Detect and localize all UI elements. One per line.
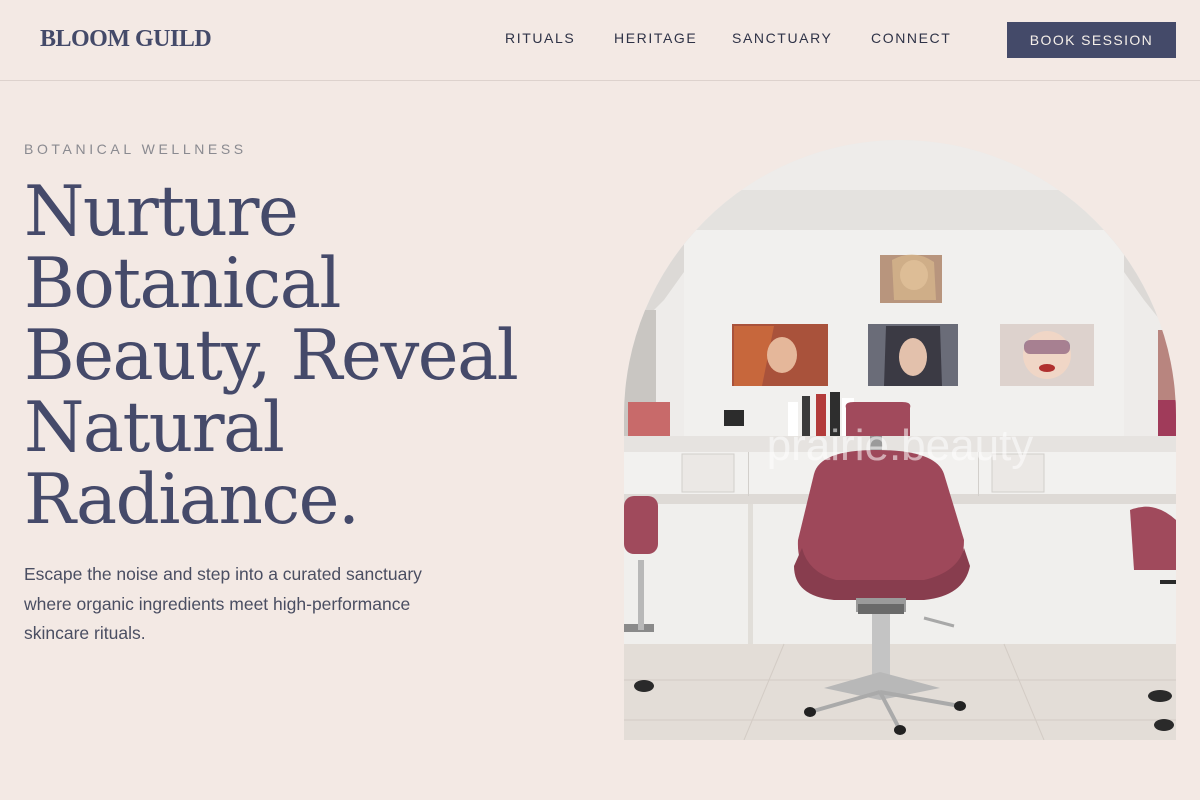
hero-eyebrow: BOTANICAL WELLNESS <box>24 141 247 157</box>
wall-portrait-left <box>732 324 828 386</box>
nav-item-heritage[interactable]: HERITAGE <box>614 30 697 46</box>
brand-logo[interactable]: BLOOM GUILD <box>40 26 212 53</box>
wall-portrait-center <box>868 324 958 386</box>
nav-item-connect[interactable]: CONNECT <box>871 30 951 46</box>
salon-interior-illustration: prairie.beauty <box>624 140 1176 740</box>
hero-headline: Nurture Botanical Beauty, Reveal Natural… <box>24 172 519 540</box>
hero-description: Escape the noise and step into a curated… <box>24 564 422 643</box>
image-watermark: prairie.beauty <box>767 421 1034 470</box>
wall-portrait-right <box>1000 324 1094 386</box>
nav-item-rituals[interactable]: RITUALS <box>505 30 575 46</box>
wall-portrait-top <box>880 254 942 303</box>
book-session-button[interactable]: BOOK SESSION <box>1007 22 1176 58</box>
top-navigation-bar: BLOOM GUILD RITUALS HERITAGE SANCTUARY C… <box>0 0 1200 81</box>
nav-item-sanctuary[interactable]: SANCTUARY <box>732 30 833 46</box>
salon-interior-image: prairie.beauty <box>624 140 1176 740</box>
